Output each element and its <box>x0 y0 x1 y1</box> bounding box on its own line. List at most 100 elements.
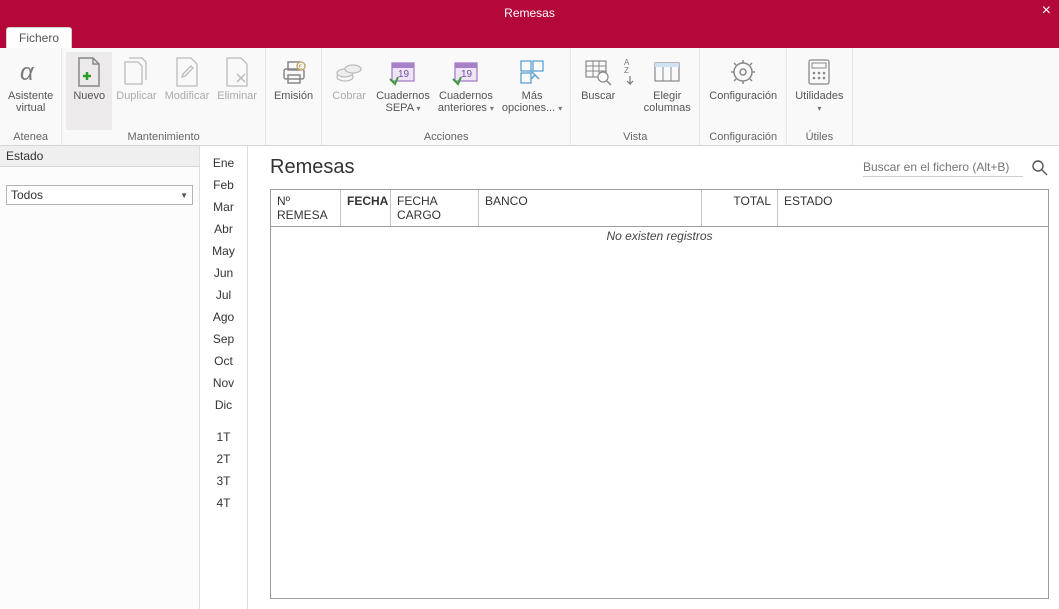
ribbon-group-atenea: α Asistentevirtual Atenea <box>0 48 62 145</box>
col-fecha[interactable]: FECHA <box>341 190 391 226</box>
col-total[interactable]: TOTAL <box>702 190 778 226</box>
mas-opciones-button[interactable]: Másopciones... ▾ <box>498 52 566 130</box>
asistente-label-2: virtual <box>16 102 45 114</box>
month-jul[interactable]: Jul <box>200 284 247 306</box>
page-title: Remesas <box>270 156 354 179</box>
elegir-columnas-button[interactable]: Elegircolumnas <box>639 52 695 130</box>
title-bar: Remesas × <box>0 0 1059 26</box>
svg-text:α: α <box>20 59 35 86</box>
search-icon[interactable] <box>1031 159 1049 177</box>
month-oct[interactable]: Oct <box>200 350 247 372</box>
quarter-4t[interactable]: 4T <box>200 492 247 514</box>
ribbon-group-mantenimiento: Nuevo Duplicar Modificar Eliminar <box>62 48 266 145</box>
quarter-1t[interactable]: 1T <box>200 426 247 448</box>
month-sep[interactable]: Sep <box>200 328 247 350</box>
chevron-down-icon: ▾ <box>417 104 421 113</box>
print-icon: € <box>278 56 310 88</box>
cuadernos-ant-l2: anteriores <box>438 102 487 114</box>
ribbon-group-vista: Buscar AZ Elegircolumnas Vista <box>571 48 700 145</box>
month-may[interactable]: May <box>200 240 247 262</box>
ribbon: α Asistentevirtual Atenea Nuevo Duplicar <box>0 48 1059 146</box>
emision-label: Emisión <box>274 90 313 102</box>
elegir-col-l2: columnas <box>644 102 691 114</box>
svg-text:19: 19 <box>398 69 410 80</box>
month-sidebar: Ene Feb Mar Abr May Jun Jul Ago Sep Oct … <box>200 146 248 609</box>
chevron-down-icon: ▼ <box>180 191 188 200</box>
configuracion-button[interactable]: Configuración <box>704 52 782 130</box>
grid-header-row: Nº REMESA FECHA FECHA CARGO BANCO TOTAL … <box>271 190 1048 227</box>
col-estado[interactable]: ESTADO <box>778 190 1048 226</box>
ribbon-group-emision: € Emisión <box>266 48 322 145</box>
close-button[interactable]: × <box>1042 2 1051 20</box>
quarter-3t[interactable]: 3T <box>200 470 247 492</box>
month-feb[interactable]: Feb <box>200 174 247 196</box>
group-label-atenea: Atenea <box>4 131 57 145</box>
calculator-icon <box>803 56 835 88</box>
group-label-utiles: Útiles <box>791 131 847 145</box>
month-jun[interactable]: Jun <box>200 262 247 284</box>
asistente-label-1: Asistente <box>8 90 53 102</box>
cuadernos-ant-l1: Cuadernos <box>439 90 493 102</box>
coins-icon <box>333 56 365 88</box>
columns-icon <box>651 56 683 88</box>
duplicate-icon <box>120 56 152 88</box>
nuevo-button[interactable]: Nuevo <box>66 52 112 130</box>
duplicar-button[interactable]: Duplicar <box>112 52 160 130</box>
svg-text:Z: Z <box>624 66 629 75</box>
modificar-button[interactable]: Modificar <box>161 52 214 130</box>
month-dic[interactable]: Dic <box>200 394 247 416</box>
cuadernos-sepa-button[interactable]: 19 CuadernosSEPA ▾ <box>372 52 434 130</box>
month-abr[interactable]: Abr <box>200 218 247 240</box>
alpha-icon: α <box>15 56 47 88</box>
group-label-acciones: Acciones <box>326 131 566 145</box>
more-options-icon <box>516 56 548 88</box>
ribbon-group-configuracion: Configuración Configuración <box>700 48 787 145</box>
configuracion-label: Configuración <box>709 90 777 102</box>
asistente-virtual-button[interactable]: α Asistentevirtual <box>4 52 57 130</box>
state-combo[interactable]: Todos ▼ <box>6 185 193 205</box>
month-nov[interactable]: Nov <box>200 372 247 394</box>
month-ago[interactable]: Ago <box>200 306 247 328</box>
svg-text:€: € <box>298 64 302 71</box>
svg-text:19: 19 <box>461 69 473 80</box>
delete-document-icon <box>221 56 253 88</box>
tab-row: Fichero <box>0 26 1059 48</box>
chevron-down-icon: ▾ <box>558 104 562 113</box>
tab-fichero[interactable]: Fichero <box>6 27 72 48</box>
cobrar-label: Cobrar <box>332 90 366 102</box>
buscar-button[interactable]: Buscar <box>575 52 621 130</box>
utilidades-button[interactable]: Utilidades ▾ <box>791 52 847 130</box>
cobrar-button[interactable]: Cobrar <box>326 52 372 130</box>
nuevo-label: Nuevo <box>73 90 105 102</box>
col-fecha-cargo[interactable]: FECHA CARGO <box>391 190 479 226</box>
elegir-col-l1: Elegir <box>653 90 681 102</box>
chevron-down-icon: ▾ <box>817 104 821 113</box>
quarter-2t[interactable]: 2T <box>200 448 247 470</box>
buscar-label: Buscar <box>581 90 615 102</box>
cuadernos-anteriores-button[interactable]: 19 Cuadernosanteriores ▾ <box>434 52 498 130</box>
month-mar[interactable]: Mar <box>200 196 247 218</box>
month-ene[interactable]: Ene <box>200 152 247 174</box>
col-num-remesa[interactable]: Nº REMESA <box>271 190 341 226</box>
new-document-icon <box>73 56 105 88</box>
search-grid-icon <box>582 56 614 88</box>
state-panel: Estado Todos ▼ <box>0 146 200 609</box>
group-label-emision <box>270 131 317 145</box>
ribbon-group-utiles: Utilidades ▾ Útiles <box>787 48 852 145</box>
mas-opciones-l1: Más <box>522 90 543 102</box>
cuadernos-sepa-l1: Cuadernos <box>376 90 430 102</box>
sort-az-button[interactable]: AZ <box>621 52 639 130</box>
utilidades-label: Utilidades <box>795 90 843 102</box>
duplicar-label: Duplicar <box>116 90 156 102</box>
gear-icon <box>727 56 759 88</box>
edit-document-icon <box>171 56 203 88</box>
emision-button[interactable]: € Emisión <box>270 52 317 130</box>
col-banco[interactable]: BANCO <box>479 190 702 226</box>
search-input[interactable] <box>863 158 1023 177</box>
chevron-down-icon: ▾ <box>490 104 494 113</box>
grid-empty-message: No existen registros <box>271 227 1048 598</box>
group-label-mantenimiento: Mantenimiento <box>66 131 261 145</box>
eliminar-button[interactable]: Eliminar <box>213 52 261 130</box>
mas-opciones-l2: opciones... <box>502 102 555 114</box>
data-grid: Nº REMESA FECHA FECHA CARGO BANCO TOTAL … <box>270 189 1049 599</box>
